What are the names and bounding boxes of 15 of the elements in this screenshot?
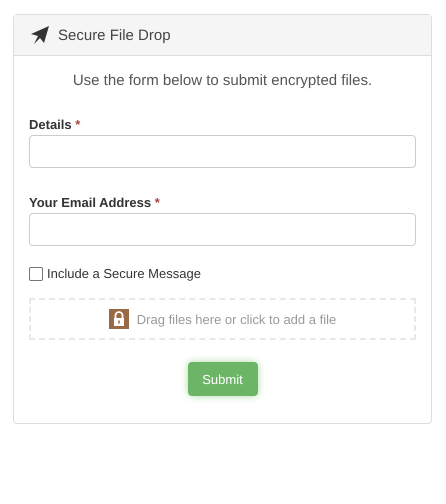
lock-icon	[108, 309, 129, 329]
dropzone-text: Drag files here or click to add a file	[136, 312, 336, 326]
checkbox-label: Include a Secure Message	[47, 266, 201, 281]
file-dropzone[interactable]: Drag files here or click to add a file	[29, 298, 416, 340]
submit-button[interactable]: Submit	[188, 362, 258, 396]
checkbox[interactable]	[29, 266, 43, 280]
field-label: Details	[29, 117, 72, 132]
required-mark: *	[154, 195, 160, 210]
field-label: Your Email Address	[29, 195, 152, 210]
intro-text: Use the form below to submit encrypted files.	[72, 72, 374, 89]
paper-plane-icon	[30, 25, 50, 45]
required-mark: *	[75, 117, 80, 132]
input-field[interactable]	[29, 135, 416, 168]
panel-title: Secure File Drop	[58, 26, 171, 44]
input-field[interactable]	[29, 213, 416, 246]
